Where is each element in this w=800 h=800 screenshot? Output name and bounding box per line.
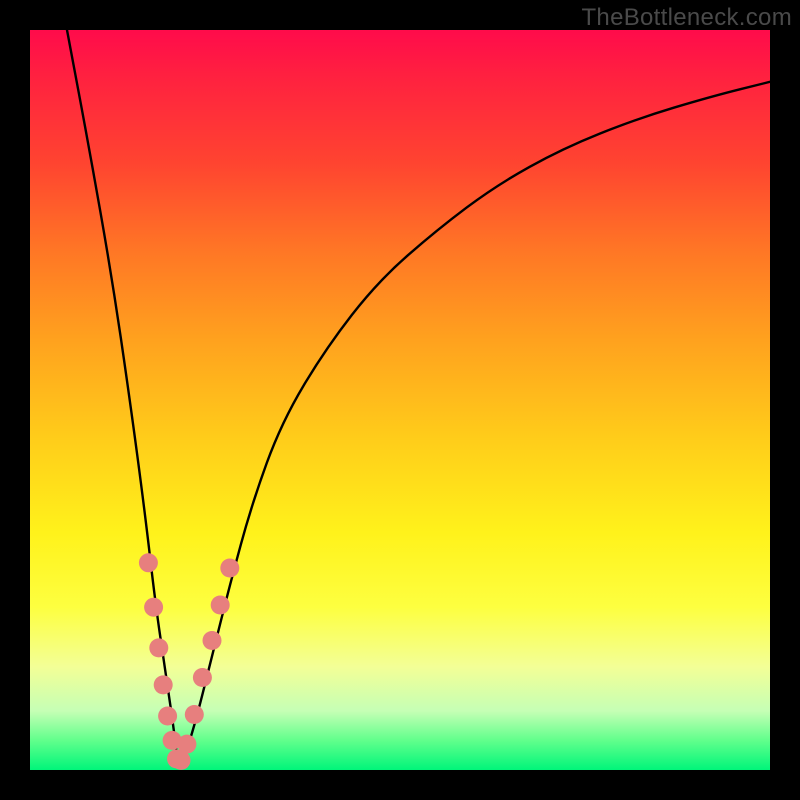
marker-dot bbox=[211, 596, 230, 615]
marker-dot bbox=[149, 638, 168, 657]
marker-dot bbox=[154, 675, 173, 694]
marker-dot bbox=[158, 707, 177, 726]
plot-area bbox=[30, 30, 770, 770]
marker-dot bbox=[177, 735, 196, 754]
bottleneck-curve bbox=[67, 30, 770, 762]
watermark-text: TheBottleneck.com bbox=[581, 4, 792, 32]
marker-dot bbox=[139, 553, 158, 572]
marker-dot bbox=[144, 598, 163, 617]
marker-dot bbox=[220, 559, 239, 578]
marker-dot bbox=[203, 631, 222, 650]
marker-dot bbox=[185, 705, 204, 724]
curve-layer bbox=[30, 30, 770, 770]
chart-frame: TheBottleneck.com bbox=[0, 0, 800, 800]
marker-dot bbox=[172, 751, 191, 770]
marker-dot bbox=[193, 668, 212, 687]
